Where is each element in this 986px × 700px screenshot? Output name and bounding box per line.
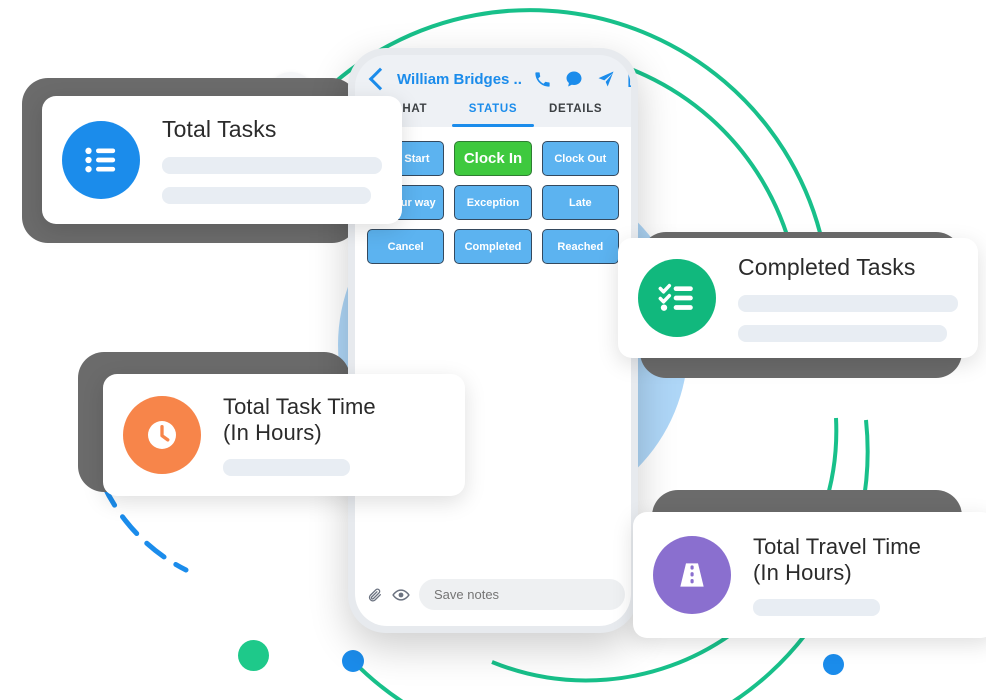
card-total-tasks[interactable]: Total Tasks (42, 96, 402, 224)
card-completed-tasks[interactable]: Completed Tasks (618, 238, 978, 358)
chevron-left-icon[interactable] (368, 67, 392, 91)
card-total-travel-time[interactable]: Total Travel Time (In Hours) (633, 512, 986, 638)
send-arrow-icon[interactable] (596, 69, 616, 89)
status-button-cancel[interactable]: Cancel (367, 229, 445, 264)
status-button-clock-out[interactable]: Clock Out (541, 141, 619, 176)
road-glyph (680, 563, 704, 587)
status-button-reached[interactable]: Reached (541, 229, 619, 264)
phone-icon[interactable] (533, 70, 552, 89)
illustration-stage: William Bridges .. CHAT STATUS DETAILS J… (0, 0, 986, 700)
save-notes-input[interactable] (419, 579, 625, 610)
skeleton-bar (162, 186, 371, 204)
paperclip-icon[interactable] (367, 587, 383, 603)
card-title: Total Tasks (162, 116, 277, 143)
contact-header-row: William Bridges .. (368, 67, 631, 91)
contact-name: William Bridges .. (397, 70, 522, 88)
green-dot (238, 640, 269, 671)
card-body: Completed Tasks (738, 254, 958, 342)
card-title: Completed Tasks (738, 254, 916, 281)
eye-icon[interactable] (392, 586, 410, 604)
tab-status[interactable]: STATUS (452, 103, 535, 124)
skeleton-bar (162, 156, 382, 174)
status-button-late[interactable]: Late (541, 185, 619, 220)
skeleton-bar (738, 324, 947, 342)
blue-dot-left (342, 650, 364, 672)
road-icon (653, 536, 731, 614)
envelope-icon[interactable] (628, 71, 631, 88)
status-button-completed[interactable]: Completed (454, 229, 532, 264)
skeleton-bar (753, 598, 880, 616)
note-composer (355, 569, 631, 626)
phone-tabs: CHAT STATUS DETAILS (369, 103, 617, 124)
card-body: Total Travel Time (In Hours) (753, 534, 975, 616)
chat-bubble-icon[interactable] (564, 69, 584, 89)
card-total-task-time[interactable]: Total Task Time (In Hours) (103, 374, 465, 496)
clock-icon (123, 396, 201, 474)
tab-details[interactable]: DETAILS (534, 103, 617, 124)
list-icon (62, 121, 140, 199)
status-button-exception[interactable]: Exception (454, 185, 532, 220)
status-button-clock-in[interactable]: Clock In (454, 141, 532, 176)
card-body: Total Task Time (In Hours) (223, 394, 445, 476)
skeleton-bar (738, 294, 958, 312)
card-title: Total Travel Time (In Hours) (753, 534, 921, 585)
checklist-glyph (658, 283, 693, 311)
checklist-icon (638, 259, 716, 337)
card-title: Total Task Time (In Hours) (223, 394, 376, 445)
list-glyph (85, 147, 116, 173)
status-button-grid: Job Start Clock In Clock Out On our way … (367, 141, 619, 264)
blue-dot-right (823, 654, 844, 675)
skeleton-bar (223, 458, 350, 476)
clock-glyph (148, 421, 176, 449)
card-body: Total Tasks (162, 116, 382, 204)
